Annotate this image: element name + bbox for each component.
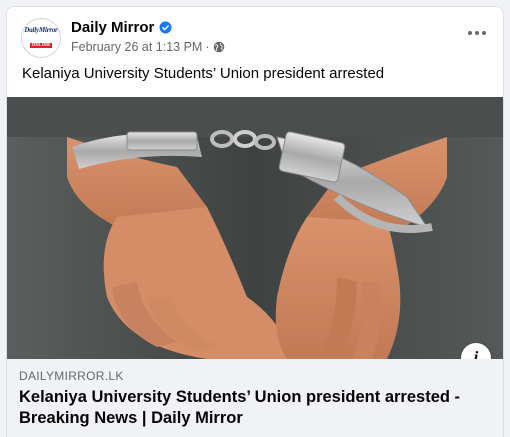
handcuffed-hands-image (7, 97, 503, 359)
post-header: DailyMirror ONLINE Daily Mirror February… (7, 7, 503, 63)
post-meta: February 26 at 1:13 PM · (71, 40, 225, 54)
dot-icon (482, 31, 486, 35)
page-avatar[interactable]: DailyMirror ONLINE (21, 18, 61, 58)
meta-separator: · (205, 40, 210, 54)
more-options-button[interactable] (465, 23, 489, 43)
dot-icon (475, 31, 479, 35)
globe-icon (213, 41, 225, 53)
page-name-link[interactable]: Daily Mirror (71, 19, 154, 36)
post-card: DailyMirror ONLINE Daily Mirror February… (6, 6, 504, 437)
daily-mirror-logo: DailyMirror ONLINE (24, 26, 58, 50)
page-name-row: Daily Mirror (71, 19, 172, 36)
logo-subtext: ONLINE (29, 42, 53, 48)
verified-badge-icon (159, 21, 172, 34)
post-timestamp-link[interactable]: February 26 at 1:13 PM (71, 40, 202, 54)
post-image[interactable] (7, 97, 503, 359)
link-domain: DAILYMIRROR.LK (19, 369, 124, 383)
dot-icon (468, 31, 472, 35)
link-preview[interactable]: DAILYMIRROR.LK Kelaniya University Stude… (7, 359, 503, 437)
logo-text: DailyMirror (24, 26, 58, 34)
link-title[interactable]: Kelaniya University Students’ Union pres… (19, 387, 489, 429)
post-text: Kelaniya University Students’ Union pres… (22, 65, 385, 82)
